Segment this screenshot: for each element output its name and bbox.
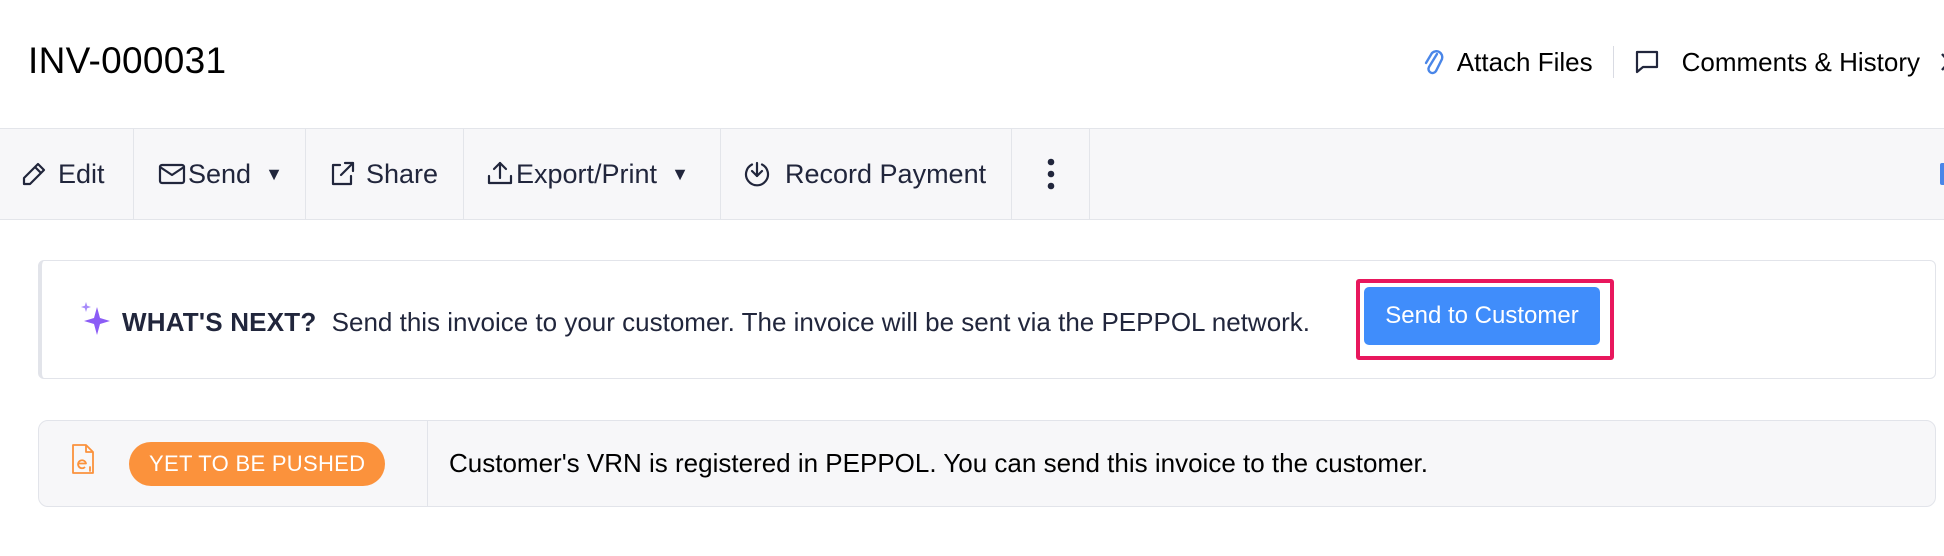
download-circle-icon — [743, 160, 771, 188]
einvoice-document-icon — [71, 443, 95, 475]
comments-history-label: Comments & History — [1681, 46, 1920, 77]
whats-next-banner: WHAT'S NEXT? Send this invoice to your c… — [38, 260, 1936, 379]
header-actions: Attach Files Comments & History — [1423, 40, 1944, 84]
divider — [1612, 46, 1614, 78]
paperclip-icon — [1423, 48, 1445, 76]
comments-history-link[interactable]: Comments & History — [1634, 47, 1920, 78]
page-title: INV-000031 — [28, 40, 227, 81]
share-button[interactable]: Share — [306, 129, 464, 219]
whats-next-message: Send this invoice to your customer. The … — [331, 307, 1311, 337]
whats-next-heading: WHAT'S NEXT? — [122, 307, 317, 337]
invoice-header: INV-000031 Attach Files Comments & Histo… — [0, 0, 1944, 128]
panel-edge-marker — [1940, 163, 1944, 185]
whats-next-text: WHAT'S NEXT? Send this invoice to your c… — [122, 307, 1310, 338]
record-payment-button[interactable]: Record Payment — [721, 129, 1012, 219]
export-print-label: Export/Print — [516, 158, 658, 189]
peppol-status-message: Customer's VRN is registered in PEPPOL. … — [449, 448, 1428, 478]
record-payment-label: Record Payment — [785, 158, 987, 189]
comment-icon — [1634, 49, 1660, 75]
edit-label: Edit — [58, 158, 105, 189]
send-to-customer-button[interactable]: Send to Customer — [1364, 287, 1600, 345]
more-options-button[interactable] — [1012, 129, 1090, 219]
more-vertical-icon — [1047, 158, 1055, 190]
pencil-icon — [20, 160, 48, 188]
caret-down-icon: ▼ — [265, 163, 283, 184]
chevron-right-icon[interactable] — [1940, 51, 1944, 73]
upload-icon — [486, 160, 514, 188]
mail-icon — [158, 162, 186, 186]
divider — [427, 421, 428, 506]
send-dropdown-button[interactable]: Send ▼ — [134, 129, 306, 219]
action-toolbar: Edit Send ▼ Share Export/Print ▼ Record … — [0, 128, 1944, 220]
peppol-status-panel: YET TO BE PUSHED Customer's VRN is regis… — [38, 420, 1936, 507]
export-print-dropdown-button[interactable]: Export/Print ▼ — [464, 129, 721, 219]
sparkle-icon — [80, 301, 112, 337]
share-label: Share — [366, 158, 439, 189]
edit-button[interactable]: Edit — [0, 129, 134, 219]
send-label: Send — [188, 158, 252, 189]
attach-files-link[interactable]: Attach Files — [1423, 47, 1593, 78]
caret-down-icon: ▼ — [671, 163, 689, 184]
share-icon — [328, 160, 356, 188]
status-badge: YET TO BE PUSHED — [129, 442, 386, 486]
attach-files-label: Attach Files — [1456, 46, 1593, 77]
